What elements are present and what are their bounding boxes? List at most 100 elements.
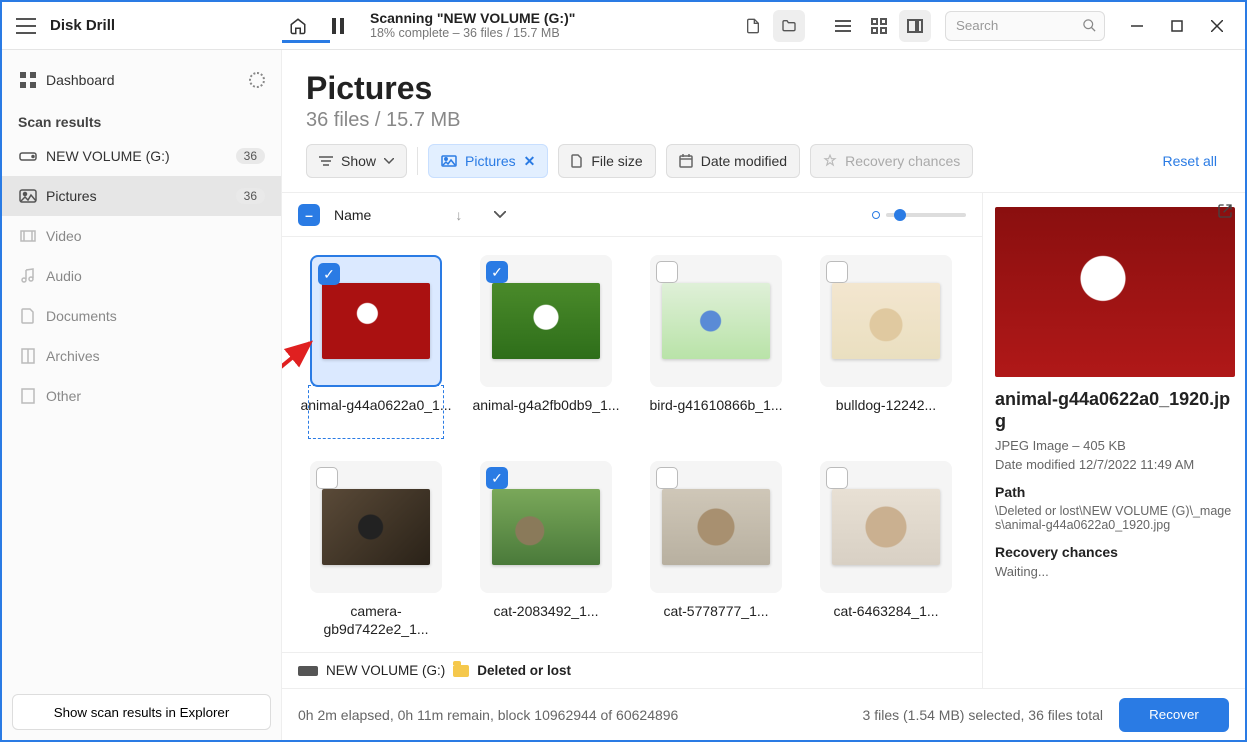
thumbnail-image — [662, 489, 770, 565]
thumbnail-image — [662, 283, 770, 359]
sidebar-item-archives[interactable]: Archives — [2, 336, 281, 376]
filter-filesize[interactable]: File size — [558, 144, 655, 178]
thumbnail-zoom-slider[interactable] — [872, 211, 966, 219]
reset-all-link[interactable]: Reset all — [1163, 153, 1221, 169]
folder-icon-button[interactable] — [773, 10, 805, 42]
file-name: cat-2083492_1... — [468, 603, 624, 639]
select-all-checkbox[interactable]: – — [298, 204, 320, 226]
preview-meta: JPEG Image – 405 KB — [995, 438, 1233, 453]
breadcrumb-folder[interactable]: Deleted or lost — [477, 663, 571, 678]
active-tab-underline — [282, 40, 330, 43]
file-tile[interactable]: cat-5778777_1... — [638, 461, 794, 639]
popout-icon[interactable] — [1217, 203, 1233, 219]
thumbnail-wrap: ✓ — [310, 255, 442, 387]
column-name[interactable]: Name — [334, 207, 371, 223]
scan-status-title: Scanning "NEW VOLUME (G:)" — [370, 10, 575, 27]
filter-datemodified[interactable]: Date modified — [666, 144, 800, 178]
sidebar-item-label: Other — [46, 388, 81, 404]
recover-button[interactable]: Recover — [1119, 698, 1229, 732]
file-checkbox[interactable]: ✓ — [318, 263, 340, 285]
preview-path: \Deleted or lost\NEW VOLUME (G)\_mages\a… — [995, 504, 1233, 532]
sidebar-item-other[interactable]: Other — [2, 376, 281, 416]
show-dropdown[interactable]: Show — [306, 144, 407, 178]
file-checkbox[interactable]: ✓ — [486, 261, 508, 283]
remove-filter-icon[interactable]: ✕ — [524, 153, 536, 170]
filter-bar: Show Pictures ✕ File size Date modified … — [282, 144, 1245, 192]
file-checkbox[interactable] — [316, 467, 338, 489]
thumbnail-wrap — [650, 255, 782, 387]
maximize-button[interactable] — [1159, 8, 1195, 44]
file-checkbox[interactable] — [826, 261, 848, 283]
filter-label: Recovery chances — [845, 153, 960, 169]
file-checkbox[interactable] — [656, 261, 678, 283]
file-checkbox[interactable]: ✓ — [486, 467, 508, 489]
sidebar-item-label: Pictures — [46, 188, 97, 204]
thumbnail-image — [492, 283, 600, 359]
sidebar-item-pictures[interactable]: Pictures 36 — [2, 176, 281, 216]
breadcrumb-drive[interactable]: NEW VOLUME (G:) — [326, 663, 445, 678]
file-name: camera-gb9d7422e2_1... — [298, 603, 454, 639]
sort-arrow-icon[interactable]: ↓ — [455, 207, 462, 223]
file-checkbox[interactable] — [656, 467, 678, 489]
preview-date: Date modified 12/7/2022 11:49 AM — [995, 457, 1233, 472]
zoom-small-icon — [872, 211, 880, 219]
file-checkbox[interactable] — [826, 467, 848, 489]
column-header: – Name ↓ — [282, 193, 982, 237]
sidebar-item-label: Documents — [46, 308, 117, 324]
file-tile[interactable]: bird-g41610866b_1... — [638, 255, 794, 433]
preview-filename: animal-g44a0622a0_1920.jpg — [995, 389, 1233, 432]
file-tile[interactable]: camera-gb9d7422e2_1... — [298, 461, 454, 639]
file-tile[interactable]: bulldog-12242... — [808, 255, 964, 433]
app-title: Disk Drill — [50, 17, 115, 34]
thumbnail-wrap: ✓ — [480, 461, 612, 593]
pause-button[interactable] — [322, 10, 354, 42]
filter-pictures-chip[interactable]: Pictures ✕ — [428, 144, 548, 178]
preview-panel: animal-g44a0622a0_1920.jpg JPEG Image – … — [983, 193, 1245, 688]
loading-spinner-icon — [249, 72, 265, 88]
dashboard-icon — [18, 72, 38, 88]
title-bar: Disk Drill Scanning "NEW VOLUME (G:)" 18… — [2, 2, 1245, 50]
sidebar-dashboard[interactable]: Dashboard — [2, 60, 281, 100]
page-title: Pictures — [306, 70, 1221, 107]
file-name: animal-g4a2fb0db9_1... — [468, 397, 624, 433]
drive-icon — [298, 666, 318, 676]
file-name: cat-5778777_1... — [638, 603, 794, 639]
sidebar-item-video[interactable]: Video — [2, 216, 281, 256]
sidebar-item-audio[interactable]: Audio — [2, 256, 281, 296]
search-input[interactable] — [945, 11, 1105, 41]
scan-progress-text: 0h 2m elapsed, 0h 11m remain, block 1096… — [298, 707, 678, 723]
audio-icon — [18, 268, 38, 284]
filter-label: Pictures — [465, 153, 516, 169]
file-tile[interactable]: ✓ cat-2083492_1... — [468, 461, 624, 639]
view-grid-button[interactable] — [863, 10, 895, 42]
view-preview-button[interactable] — [899, 10, 931, 42]
chevron-down-icon — [384, 158, 394, 164]
filter-label: File size — [591, 153, 642, 169]
thumbnail-image — [832, 283, 940, 359]
filter-label: Date modified — [701, 153, 787, 169]
sidebar-item-documents[interactable]: Documents — [2, 296, 281, 336]
sidebar-item-volume[interactable]: NEW VOLUME (G:) 36 — [2, 136, 281, 176]
home-button[interactable] — [282, 10, 314, 42]
menu-icon[interactable] — [16, 18, 36, 34]
file-tile[interactable]: cat-6463284_1... — [808, 461, 964, 639]
documents-icon — [18, 308, 38, 324]
view-list-button[interactable] — [827, 10, 859, 42]
show-in-explorer-button[interactable]: Show scan results in Explorer — [12, 694, 271, 730]
star-icon — [823, 154, 837, 168]
chevron-down-icon[interactable] — [494, 211, 506, 218]
pictures-icon — [18, 189, 38, 203]
divider — [417, 147, 418, 175]
count-badge: 36 — [236, 148, 265, 164]
close-button[interactable] — [1199, 8, 1235, 44]
file-tile[interactable]: ✓ animal-g4a2fb0db9_1... — [468, 255, 624, 433]
minimize-button[interactable] — [1119, 8, 1155, 44]
thumbnail-wrap — [650, 461, 782, 593]
thumbnail-image — [322, 283, 430, 359]
thumbnail-image — [832, 489, 940, 565]
file-tile[interactable]: ✓animal-g44a0622a0_1... — [298, 255, 454, 433]
filter-recovery[interactable]: Recovery chances — [810, 144, 973, 178]
archives-icon — [18, 348, 38, 364]
video-icon — [18, 230, 38, 242]
file-icon-button[interactable] — [737, 10, 769, 42]
